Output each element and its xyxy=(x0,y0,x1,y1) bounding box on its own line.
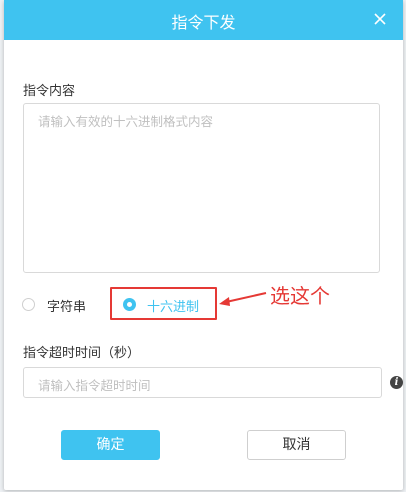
close-icon[interactable] xyxy=(369,8,391,30)
content-placeholder: 请输入有效的十六进制格式内容 xyxy=(38,114,214,129)
annotation-highlight-box xyxy=(110,287,217,320)
cancel-button[interactable]: 取消 xyxy=(247,430,346,460)
radio-label-string: 字符串 xyxy=(47,300,87,315)
content-label: 指令内容 xyxy=(23,84,76,99)
command-dialog: 指令下发 指令内容 请输入有效的十六进制格式内容 字符串 十六进制 指令超时时间… xyxy=(4,0,403,490)
radio-unchecked-icon[interactable] xyxy=(22,298,35,311)
annotation-arrow xyxy=(219,292,267,306)
confirm-button[interactable]: 确定 xyxy=(61,430,160,460)
timeout-input[interactable]: 请输入指令超时时间 xyxy=(23,367,382,398)
dialog-title: 指令下发 xyxy=(171,13,236,32)
annotation-text: 选这个 xyxy=(270,284,330,308)
info-icon[interactable]: i xyxy=(390,376,403,389)
timeout-label: 指令超时时间（秒） xyxy=(23,346,141,361)
dialog-titlebar: 指令下发 xyxy=(4,0,403,40)
timeout-placeholder: 请输入指令超时时间 xyxy=(38,378,151,393)
content-textarea[interactable]: 请输入有效的十六进制格式内容 xyxy=(23,103,380,273)
